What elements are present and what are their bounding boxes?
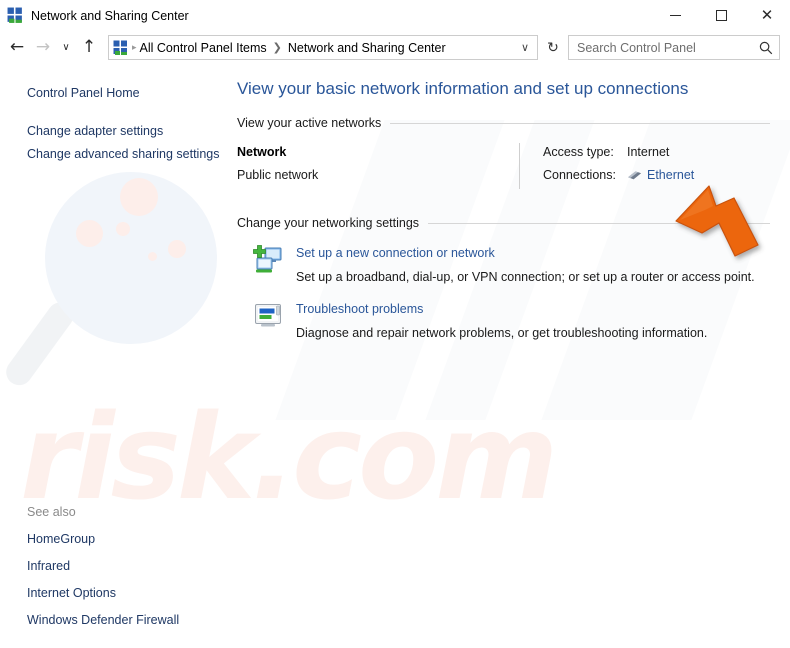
- connections-row: Connections: Ethernet: [543, 166, 770, 185]
- see-also-section: See also HomeGroup Infrared Internet Opt…: [0, 505, 233, 634]
- access-type-row: Access type: Internet: [543, 143, 770, 162]
- network-sharing-center-icon: [7, 7, 22, 23]
- network-type: Public network: [237, 168, 319, 182]
- network-sharing-center-icon: [113, 40, 127, 55]
- active-network-divider: [519, 143, 520, 189]
- up-button[interactable]: ↑: [76, 35, 102, 61]
- window-title: Network and Sharing Center: [31, 8, 189, 23]
- maximize-icon: [715, 10, 727, 21]
- networking-settings-section: Change your networking settings Set up a…: [233, 216, 790, 342]
- forward-arrow-icon: →: [35, 37, 51, 57]
- close-button[interactable]: ✕: [744, 0, 790, 31]
- sidebar-item-change-adapter-settings[interactable]: Change adapter settings: [0, 120, 227, 143]
- access-type-label: Access type:: [543, 145, 614, 159]
- search-box[interactable]: [568, 35, 780, 60]
- troubleshoot-icon: [255, 304, 281, 327]
- search-input[interactable]: [569, 40, 753, 55]
- active-network-identity: Network Public network: [237, 143, 519, 189]
- page-title: View your basic network information and …: [237, 79, 689, 98]
- setting-body: Troubleshoot problems Diagnose and repai…: [296, 299, 768, 342]
- ethernet-link[interactable]: Ethernet: [647, 166, 694, 185]
- title-bar: Network and Sharing Center ✕: [0, 0, 790, 31]
- access-type-value: Internet: [627, 145, 670, 159]
- breadcrumb-item-network-and-sharing-center[interactable]: Network and Sharing Center: [288, 41, 446, 55]
- breadcrumb-separator-icon: ❯: [272, 41, 282, 54]
- address-bar[interactable]: ▸ All Control Panel Items ❯ Network and …: [108, 35, 538, 60]
- set-up-new-connection-link[interactable]: Set up a new connection or network: [296, 244, 495, 262]
- back-button[interactable]: ←: [4, 35, 30, 61]
- main-pane: View your basic network information and …: [233, 64, 790, 648]
- setting-body: Set up a new connection or network Set u…: [296, 243, 768, 286]
- minimize-icon: [669, 15, 681, 16]
- up-arrow-icon: ↑: [81, 37, 97, 57]
- sidebar-item-infrared[interactable]: Infrared: [0, 553, 227, 580]
- breadcrumb-item-all-control-panel-items[interactable]: All Control Panel Items: [140, 41, 267, 55]
- section-rule: [428, 222, 770, 224]
- sidebar-item-control-panel-home[interactable]: Control Panel Home: [0, 82, 227, 105]
- forward-button[interactable]: →: [30, 35, 56, 61]
- troubleshoot-problems-link[interactable]: Troubleshoot problems: [296, 300, 423, 318]
- search-icon[interactable]: [753, 41, 779, 55]
- maximize-button[interactable]: [698, 0, 744, 31]
- active-network-details: Access type: Internet Connections: Ether…: [543, 143, 770, 189]
- window-controls: ✕: [652, 0, 790, 31]
- section-title-active-networks: View your active networks: [237, 116, 382, 130]
- refresh-icon: ↻: [547, 39, 559, 56]
- minimize-button[interactable]: [652, 0, 698, 31]
- sidebar: Control Panel Home Change adapter settin…: [0, 64, 233, 648]
- network-name: Network: [237, 145, 287, 159]
- ethernet-cable-icon: [628, 171, 641, 180]
- setting-item-troubleshoot-problems[interactable]: Troubleshoot problems Diagnose and repai…: [252, 299, 790, 342]
- connections-label: Connections:: [543, 168, 616, 182]
- breadcrumb-lead-separator-icon: ▸: [132, 42, 137, 53]
- refresh-button[interactable]: ↻: [542, 35, 564, 60]
- troubleshoot-problems-description: Diagnose and repair network problems, or…: [296, 326, 708, 340]
- back-arrow-icon: ←: [9, 37, 25, 57]
- set-up-new-connection-description: Set up a broadband, dial-up, or VPN conn…: [296, 270, 755, 284]
- navigation-bar: ← → ∨ ↑ ▸ All Control Panel Items ❯ Netw…: [0, 31, 790, 64]
- setting-item-set-up-new-connection[interactable]: Set up a new connection or network Set u…: [252, 243, 790, 286]
- recent-locations-button[interactable]: ∨: [56, 35, 76, 61]
- section-header-networking-settings: Change your networking settings: [237, 216, 770, 230]
- close-icon: ✕: [760, 6, 774, 24]
- sidebar-item-windows-defender-firewall[interactable]: Windows Defender Firewall: [0, 607, 227, 634]
- section-header-active-networks: View your active networks: [237, 116, 770, 130]
- sidebar-item-homegroup[interactable]: HomeGroup: [0, 526, 227, 553]
- content-area: Control Panel Home Change adapter settin…: [0, 64, 790, 648]
- search-glyph-icon: [759, 41, 773, 54]
- section-title-networking-settings: Change your networking settings: [237, 216, 420, 230]
- address-dropdown-icon[interactable]: ∨: [513, 41, 537, 54]
- new-connection-icon: [253, 245, 282, 273]
- sidebar-item-internet-options[interactable]: Internet Options: [0, 580, 227, 607]
- section-rule: [390, 122, 770, 124]
- chevron-down-icon: ∨: [62, 41, 70, 53]
- sidebar-item-change-advanced-sharing-settings[interactable]: Change advanced sharing settings: [0, 143, 227, 166]
- active-network-entry: Network Public network Access type: Inte…: [237, 143, 790, 189]
- see-also-label: See also: [27, 505, 76, 519]
